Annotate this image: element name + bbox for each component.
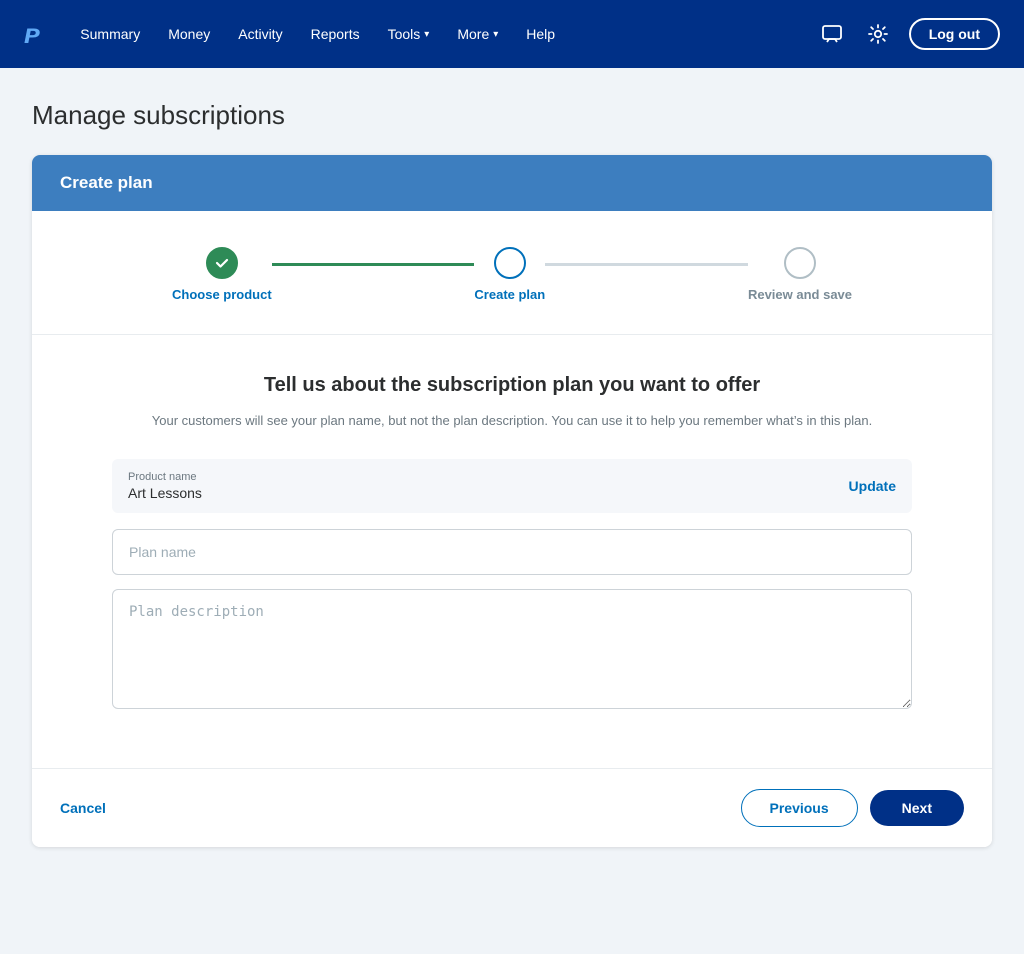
more-chevron-icon: ▾: [493, 29, 498, 40]
step-3-label: Review and save: [748, 287, 852, 302]
product-name-info: Product name Art Lessons: [128, 471, 202, 501]
product-name-row: Product name Art Lessons Update: [112, 459, 912, 513]
nav-help[interactable]: Help: [514, 18, 567, 50]
paypal-logo: ᴘ: [24, 18, 40, 50]
cancel-button[interactable]: Cancel: [60, 800, 106, 816]
form-subtitle: Your customers will see your plan name, …: [112, 411, 912, 431]
messages-icon: [821, 23, 843, 45]
nav-activity[interactable]: Activity: [226, 18, 294, 50]
step-2-circle: [494, 247, 526, 279]
step-choose-product: Choose product: [172, 247, 272, 302]
card-header-title: Create plan: [60, 173, 153, 192]
nav-reports[interactable]: Reports: [299, 18, 372, 50]
plan-name-input[interactable]: [112, 529, 912, 575]
previous-button[interactable]: Previous: [741, 789, 858, 827]
card-header: Create plan: [32, 155, 992, 211]
page-container: Manage subscriptions Create plan Choose …: [12, 68, 1012, 879]
navbar: ᴘ Summary Money Activity Reports Tools ▾…: [0, 0, 1024, 68]
product-name-label: Product name: [128, 471, 202, 483]
step-1-circle: [206, 247, 238, 279]
nav-actions: Log out: [817, 18, 1000, 50]
nav-summary[interactable]: Summary: [68, 18, 152, 50]
nav-money[interactable]: Money: [156, 18, 222, 50]
footer-right: Previous Next: [741, 789, 965, 827]
nav-more[interactable]: More ▾: [445, 18, 510, 50]
update-link[interactable]: Update: [849, 478, 896, 494]
create-plan-card: Create plan Choose product: [32, 155, 992, 847]
form-title: Tell us about the subscription plan you …: [112, 371, 912, 399]
step-line-2: [545, 263, 748, 266]
gear-icon: [867, 23, 889, 45]
stepper-container: Choose product Create plan Review and sa…: [32, 211, 992, 335]
step-line-1: [272, 263, 475, 266]
step-review-save: Review and save: [748, 247, 852, 302]
product-name-value: Art Lessons: [128, 485, 202, 501]
logout-button[interactable]: Log out: [909, 18, 1000, 50]
settings-icon-button[interactable]: [863, 19, 893, 49]
form-section: Tell us about the subscription plan you …: [32, 335, 992, 768]
tools-chevron-icon: ▾: [424, 29, 429, 40]
stepper: Choose product Create plan Review and sa…: [172, 247, 852, 302]
nav-links: Summary Money Activity Reports Tools ▾ M…: [68, 18, 816, 50]
plan-description-input[interactable]: [112, 589, 912, 709]
card-footer: Cancel Previous Next: [32, 768, 992, 847]
next-button[interactable]: Next: [870, 790, 964, 826]
nav-tools[interactable]: Tools ▾: [376, 18, 442, 50]
messages-icon-button[interactable]: [817, 19, 847, 49]
checkmark-icon: [214, 255, 230, 271]
step-2-label: Create plan: [474, 287, 545, 302]
step-create-plan: Create plan: [474, 247, 545, 302]
page-title: Manage subscriptions: [32, 100, 992, 131]
step-3-circle: [784, 247, 816, 279]
step-1-label: Choose product: [172, 287, 272, 302]
